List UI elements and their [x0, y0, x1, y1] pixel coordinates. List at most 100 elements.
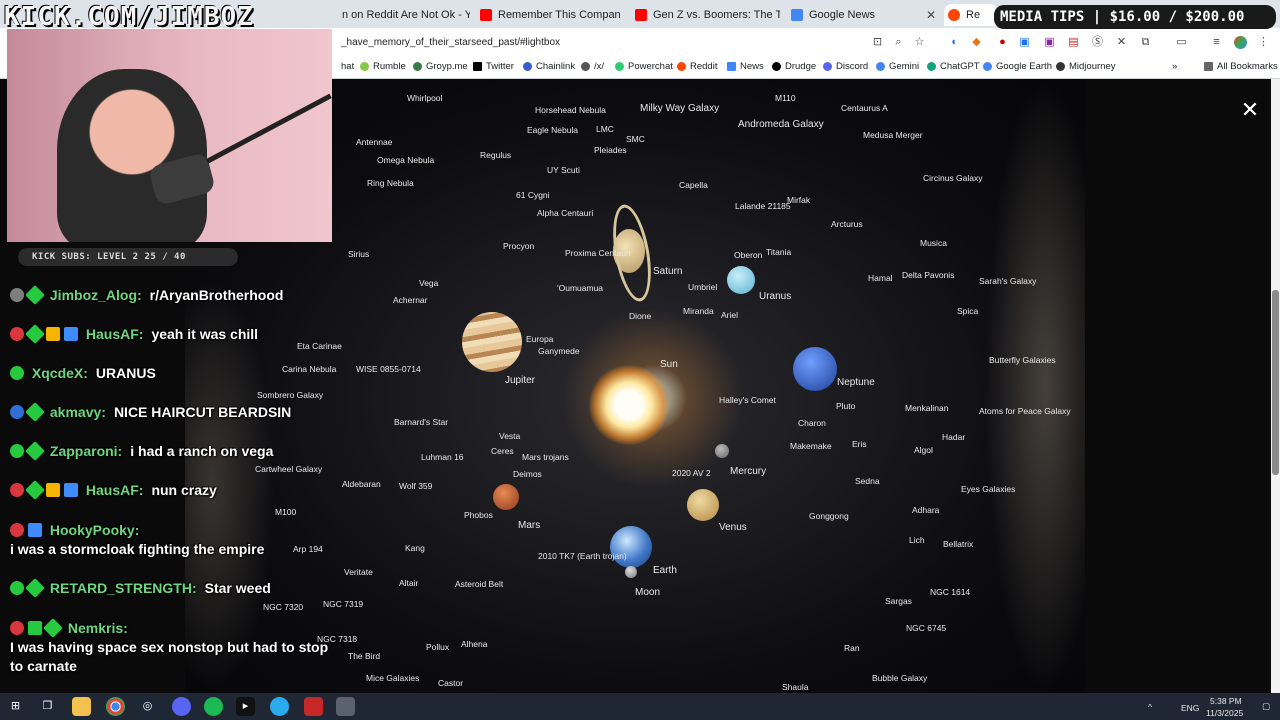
- x-icon[interactable]: ✕: [1115, 36, 1128, 49]
- extension-icon[interactable]: ▣: [1043, 36, 1056, 49]
- chat-text: I was having space sex nonstop but had t…: [10, 639, 329, 674]
- google-icon: [876, 62, 885, 71]
- folder-icon: [1204, 62, 1213, 71]
- bookmark[interactable]: ChatGPT: [927, 61, 980, 72]
- bookmark[interactable]: hat: [341, 61, 354, 72]
- map-label: Uranus: [759, 291, 792, 302]
- bookmark[interactable]: Twitter: [473, 61, 514, 72]
- map-label: Regulus: [480, 150, 512, 160]
- close-tab-icon[interactable]: ✕: [920, 8, 936, 22]
- close-lightbox-icon[interactable]: ✕: [1240, 99, 1260, 121]
- clock-date[interactable]: 11/3/2025: [1206, 708, 1243, 718]
- side-panel-icon[interactable]: ▭: [1175, 36, 1188, 49]
- bookmark[interactable]: /x/: [581, 61, 604, 72]
- chat-username[interactable]: HausAF:: [86, 326, 144, 342]
- chat-message: HookyPooky: i was a stormcloak fighting t…: [10, 521, 330, 559]
- menu-kebab-icon[interactable]: ⋮: [1257, 36, 1270, 49]
- bookmark[interactable]: Groyp.me: [413, 61, 468, 72]
- bookmark[interactable]: Powerchat: [615, 61, 673, 72]
- task-view-icon[interactable]: ❐: [38, 697, 57, 716]
- sword-badge-icon: [28, 523, 42, 537]
- chat-username[interactable]: Nemkris:: [68, 620, 128, 636]
- webcam-feed: [7, 29, 332, 242]
- bookmark[interactable]: Google Earth: [983, 61, 1052, 72]
- chrome-icon[interactable]: [106, 697, 125, 716]
- telegram-icon[interactable]: [270, 697, 289, 716]
- extension-icon[interactable]: ●: [996, 36, 1009, 49]
- all-bookmarks[interactable]: All Bookmarks: [1204, 61, 1278, 72]
- chat-message: Zapparoni: i had a ranch on vega: [10, 441, 273, 461]
- zoom-icon[interactable]: ⌕: [892, 36, 905, 49]
- tab-label: Gen Z vs. Boomers: The Truth: [653, 9, 780, 21]
- app-icon[interactable]: [304, 697, 323, 716]
- map-label: M100: [275, 507, 297, 517]
- chat-text: r/AryanBrotherhood: [149, 287, 284, 303]
- bookmark[interactable]: Gemini: [876, 61, 919, 72]
- bookmark[interactable]: News: [727, 61, 764, 72]
- map-label: WISE 0855-0714: [356, 364, 421, 374]
- chat-username[interactable]: HookyPooky:: [50, 522, 139, 538]
- app-icon[interactable]: [336, 697, 355, 716]
- profile-avatar-icon[interactable]: [1234, 36, 1247, 49]
- browser-tab-active[interactable]: Re: [944, 4, 998, 26]
- bookmark[interactable]: Reddit: [677, 61, 717, 72]
- chat-username[interactable]: XqcdeX:: [32, 365, 88, 381]
- tab-label: n on Reddit Are Not Ok - Y: [342, 9, 470, 21]
- bookmark[interactable]: Chainlink: [523, 61, 575, 72]
- bookmark[interactable]: Discord: [823, 61, 868, 72]
- terminal-icon[interactable]: ▸: [236, 697, 255, 716]
- gem-badge-icon: [25, 285, 45, 305]
- bookmark[interactable]: Midjourney: [1056, 61, 1115, 72]
- moon: [625, 566, 637, 578]
- map-label: 61 Cygni: [516, 190, 550, 200]
- windows-start-icon[interactable]: ⊞: [6, 697, 25, 716]
- chat-username[interactable]: HausAF:: [86, 482, 144, 498]
- discord-icon[interactable]: [172, 697, 191, 716]
- extension-icon[interactable]: Ⓢ: [1091, 36, 1104, 49]
- chat-username[interactable]: RETARD_STRENGTH:: [50, 580, 197, 596]
- map-label: Medusa Merger: [863, 130, 923, 140]
- map-label: 'Oumuamua: [557, 283, 604, 293]
- map-label: Omega Nebula: [377, 155, 435, 165]
- clock-time[interactable]: 5:38 PM: [1210, 696, 1242, 706]
- bookmarks-overflow-chevron-icon[interactable]: »: [1172, 61, 1177, 72]
- gem-badge-icon: [43, 618, 63, 638]
- metamask-icon[interactable]: ◆: [970, 36, 983, 49]
- scrollbar-thumb[interactable]: [1272, 290, 1279, 475]
- chat-username[interactable]: Zapparoni:: [50, 443, 122, 459]
- bookmark-star-icon[interactable]: ☆: [913, 36, 926, 49]
- steam-icon[interactable]: ◎: [138, 697, 157, 716]
- browser-tab[interactable]: Google News ✕: [791, 4, 936, 26]
- browser-tab[interactable]: n on Reddit Are Not Ok - Y: [342, 4, 470, 26]
- notifications-icon[interactable]: ▢: [1262, 701, 1270, 712]
- spotify-icon[interactable]: [204, 697, 223, 716]
- gem-badge-icon: [25, 402, 45, 422]
- file-explorer-icon[interactable]: [72, 697, 91, 716]
- bookmark[interactable]: Rumble: [360, 61, 406, 72]
- chat-username[interactable]: Jimboz_Alog:: [50, 287, 142, 303]
- map-label: Dione: [629, 311, 652, 321]
- map-label: NGC 6745: [906, 623, 947, 633]
- chat-username[interactable]: akmavy:: [50, 404, 106, 420]
- extension-icon[interactable]: ◖: [947, 36, 960, 49]
- bookmark[interactable]: Drudge: [772, 61, 816, 72]
- chat-text: Star weed: [204, 580, 271, 596]
- chat-message: Nemkris: I was having space sex nonstop b…: [10, 618, 330, 676]
- chat-text: i was a stormcloak fighting the empire: [10, 541, 265, 557]
- extension-icon[interactable]: ▤: [1067, 36, 1080, 49]
- map-label: Ran: [844, 643, 860, 653]
- extensions-puzzle-icon[interactable]: ⧉: [1139, 36, 1152, 49]
- language-indicator[interactable]: ENG: [1181, 703, 1199, 713]
- media-queue-icon[interactable]: ≡: [1210, 36, 1223, 49]
- map-label: Ceres: [491, 446, 514, 456]
- map-label: Cartwheel Galaxy: [255, 464, 323, 474]
- tray-chevron-icon[interactable]: ^: [1148, 702, 1152, 712]
- browser-tab[interactable]: Remember This Company? It's ✕: [480, 4, 620, 26]
- browser-tab[interactable]: Gen Z vs. Boomers: The Truth ✕: [635, 4, 780, 26]
- media-tips-goal: MEDIA TIPS | $16.00 / $200.00: [994, 5, 1276, 29]
- gem-badge-icon: [25, 324, 45, 344]
- install-app-icon[interactable]: ⊡: [871, 36, 884, 49]
- url-field[interactable]: _have_memory_of_their_starseed_past/#lig…: [341, 37, 560, 48]
- extension-icon[interactable]: ▣: [1018, 36, 1031, 49]
- chat-text: NICE HAIRCUT BEARDSIN: [113, 404, 292, 420]
